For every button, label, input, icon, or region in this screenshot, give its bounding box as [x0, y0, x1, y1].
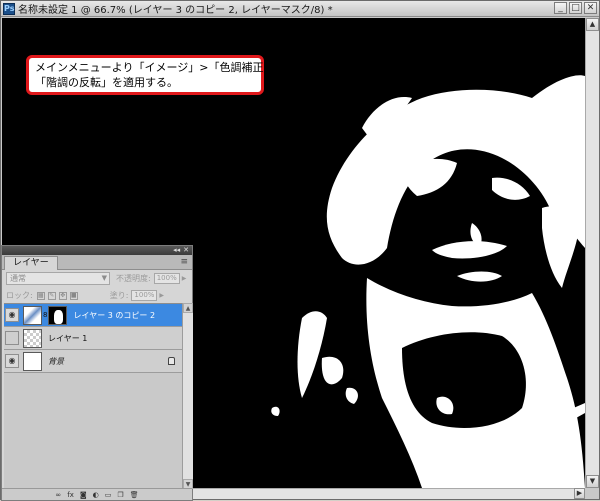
- title-bar[interactable]: Ps 名称未設定 1 @ 66.7% (レイヤー 3 のコピー 2, レイヤーマ…: [1, 1, 599, 17]
- callout-line-1: メインメニューより「イメージ」>「色調補正」>: [35, 61, 284, 74]
- lock-icon: [168, 357, 175, 365]
- scroll-up-arrow-icon[interactable]: ▲: [183, 303, 193, 313]
- eye-icon[interactable]: ◉: [5, 308, 19, 322]
- fill-label: 塗り:: [109, 291, 129, 300]
- callout-line-2: 「階調の反転」を適用する。: [35, 76, 178, 89]
- delete-layer-icon[interactable]: 🗑: [130, 491, 139, 499]
- lock-all-icon[interactable]: ■: [69, 291, 78, 300]
- scroll-up-arrow-icon[interactable]: ▲: [586, 18, 599, 31]
- layer-row-background[interactable]: ◉ 背景: [4, 350, 182, 373]
- panel-bottom-toolbar: ∞ fx ◙ ◐ ▭ ❐ 🗑: [2, 488, 192, 500]
- panel-scrollbar[interactable]: ▲ ▼: [182, 303, 193, 489]
- lock-options: ▦ ✎ ✥ ■: [36, 291, 78, 300]
- lock-row: ロック: ▦ ✎ ✥ ■ 塗り: 100% ▶: [2, 287, 192, 304]
- layer-name: 背景: [48, 356, 64, 366]
- maximize-button[interactable]: □: [569, 2, 582, 14]
- document-window: Ps 名称未設定 1 @ 66.7% (レイヤー 3 のコピー 2, レイヤーマ…: [0, 0, 600, 501]
- panel-tab-bar: レイヤー ≡: [2, 255, 192, 270]
- eye-hidden-icon[interactable]: ◉: [5, 331, 19, 345]
- link-layers-icon[interactable]: ∞: [55, 491, 61, 499]
- blend-mode-select[interactable]: 通常 ▼: [6, 272, 110, 285]
- layer-thumbnail: [23, 305, 42, 325]
- fill-arrow-icon[interactable]: ▶: [159, 292, 164, 299]
- minimize-button[interactable]: _: [554, 2, 567, 14]
- adjustment-layer-icon[interactable]: ◐: [93, 491, 99, 499]
- layer-style-icon[interactable]: fx: [67, 491, 74, 499]
- layer-row-layer-1[interactable]: ◉ レイヤー 1: [4, 327, 182, 350]
- lock-label: ロック:: [6, 291, 33, 300]
- lock-transparency-icon[interactable]: ▦: [36, 291, 45, 300]
- vertical-scrollbar[interactable]: ▲ ▼: [585, 18, 599, 488]
- layer-row-copy-2[interactable]: ◉ 8 レイヤー 3 のコピー 2: [4, 304, 182, 327]
- instruction-callout: メインメニューより「イメージ」>「色調補正」> 「階調の反転」を適用する。: [26, 55, 284, 95]
- scroll-down-arrow-icon[interactable]: ▼: [586, 475, 599, 488]
- blend-row: 通常 ▼ 不透明度: 100% ▶: [2, 270, 192, 287]
- new-group-icon[interactable]: ▭: [105, 491, 112, 499]
- panel-header-strip[interactable]: ◂◂ ✕: [2, 246, 192, 255]
- layers-panel: ◂◂ ✕ レイヤー ≡ 通常 ▼ 不透明度: 100% ▶ ロック: ▦ ✎ ✥…: [1, 245, 193, 501]
- tab-layers[interactable]: レイヤー: [4, 256, 58, 270]
- chevron-down-icon: ▼: [101, 274, 107, 282]
- close-panel-icon[interactable]: ✕: [183, 247, 189, 254]
- collapse-panel-icon[interactable]: ◂◂: [173, 247, 180, 254]
- layer-name: レイヤー 1: [48, 333, 88, 343]
- link-chain-icon[interactable]: 8: [43, 311, 47, 319]
- layers-list: ◉ 8 レイヤー 3 のコピー 2 ◉ レイヤー 1 ◉ 背景: [4, 303, 182, 489]
- scroll-right-arrow-icon[interactable]: ▶: [574, 488, 585, 499]
- eye-icon[interactable]: ◉: [5, 354, 19, 368]
- new-layer-icon[interactable]: ❐: [117, 491, 123, 499]
- lock-pixels-icon[interactable]: ✎: [47, 291, 56, 300]
- lock-position-icon[interactable]: ✥: [58, 291, 67, 300]
- photoshop-app-icon: Ps: [3, 2, 15, 15]
- opacity-field[interactable]: 100%: [153, 273, 180, 284]
- opacity-arrow-icon[interactable]: ▶: [182, 275, 187, 282]
- panel-menu-icon[interactable]: ≡: [180, 257, 188, 267]
- horizontal-scrollbar[interactable]: ▶: [193, 488, 585, 499]
- fill-field[interactable]: 100%: [131, 290, 158, 301]
- layer-mask-thumbnail[interactable]: [48, 305, 68, 325]
- layer-thumbnail: [23, 351, 42, 371]
- window-controls: _ □ ✕: [554, 2, 597, 14]
- add-mask-icon[interactable]: ◙: [80, 491, 87, 499]
- opacity-label: 不透明度:: [116, 274, 151, 283]
- layer-thumbnail: [23, 328, 42, 348]
- blend-mode-value: 通常: [10, 274, 26, 283]
- window-title: 名称未設定 1 @ 66.7% (レイヤー 3 のコピー 2, レイヤーマスク/…: [18, 5, 333, 16]
- close-button[interactable]: ✕: [584, 2, 597, 14]
- layer-name: レイヤー 3 のコピー 2: [73, 310, 156, 320]
